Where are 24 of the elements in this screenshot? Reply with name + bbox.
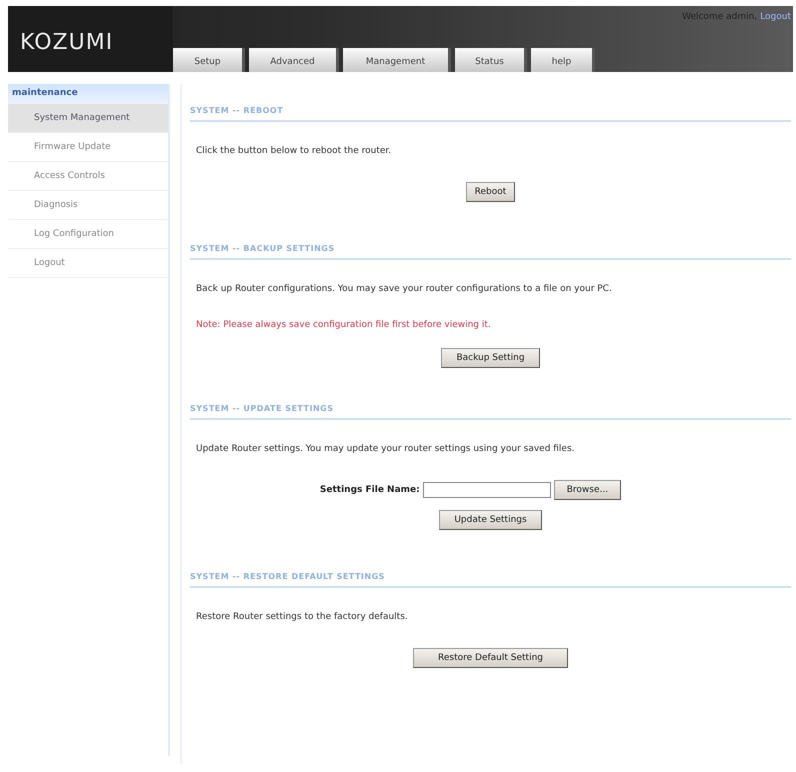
nav-tab[interactable]: Management <box>343 48 451 72</box>
nav-tab[interactable]: Setup <box>173 48 245 72</box>
nav-tab[interactable]: Status <box>455 48 527 72</box>
section-heading: SYSTEM -- UPDATE SETTINGS <box>190 404 334 413</box>
description-text: Click the button below to reboot the router. <box>195 146 392 156</box>
sidebar-item[interactable]: System Management <box>8 104 168 133</box>
field-label: Settings File Name: <box>320 485 420 495</box>
action-button[interactable]: Restore Default Setting <box>413 648 568 668</box>
file-name-field[interactable] <box>422 482 551 498</box>
nav-tab[interactable]: help <box>531 48 595 72</box>
nav-tab[interactable]: Advanced <box>249 48 339 72</box>
description-text: Update Router settings. You may update your router settings using your saved files. <box>195 444 576 454</box>
section-heading: SYSTEM -- RESTORE DEFAULT SETTINGS <box>190 572 385 581</box>
section-heading: SYSTEM -- BACKUP SETTINGS <box>190 244 335 253</box>
section-heading: SYSTEM -- REBOOT <box>190 106 284 115</box>
browse-button[interactable]: Browse... <box>554 480 622 500</box>
action-button[interactable]: Backup Setting <box>441 348 540 368</box>
description-text: Restore Router settings to the factory defaults. <box>195 612 409 622</box>
logout-link[interactable]: Logout <box>760 12 791 22</box>
action-button[interactable]: Update Settings <box>439 510 542 530</box>
description-text: Back up Router configurations. You may save your router configurations to a file on your PC. <box>195 284 613 294</box>
action-button[interactable]: Reboot <box>466 182 516 202</box>
note-text: Note: Please always save configuration file first before viewing it. <box>195 320 492 330</box>
sidebar-title: maintenance <box>8 84 168 104</box>
